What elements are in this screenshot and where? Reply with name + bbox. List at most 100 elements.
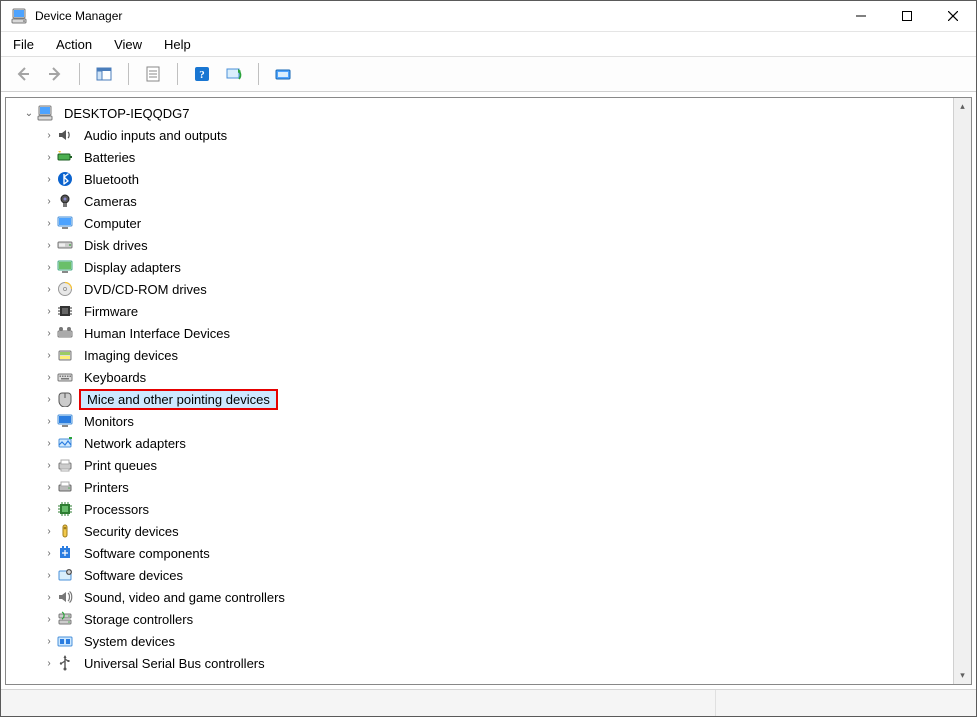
svg-text:?: ? xyxy=(199,69,205,81)
tree-node-camera[interactable]: › Cameras xyxy=(8,190,951,212)
expand-icon[interactable]: › xyxy=(42,636,56,647)
expand-icon[interactable]: › xyxy=(42,350,56,361)
help-button[interactable]: ? xyxy=(188,60,216,88)
tree-node-label: Sound, video and game controllers xyxy=(84,590,285,605)
expand-icon[interactable]: › xyxy=(42,218,56,229)
expand-icon[interactable]: › xyxy=(42,614,56,625)
expand-icon[interactable]: › xyxy=(42,504,56,515)
expand-icon[interactable]: › xyxy=(42,592,56,603)
tree-node-swdevice[interactable]: ›Software devices xyxy=(8,564,951,586)
expand-icon[interactable]: › xyxy=(42,196,56,207)
cd-icon xyxy=(56,280,74,298)
close-button[interactable] xyxy=(930,1,976,31)
expand-icon[interactable]: › xyxy=(42,284,56,295)
tree-node-imaging[interactable]: › Imaging devices xyxy=(8,344,951,366)
tree-node-printqueue[interactable]: ›Print queues xyxy=(8,454,951,476)
tree-node-label: Mice and other pointing devices xyxy=(87,392,270,407)
device-tree-pane: ⌄ DESKTOP-IEQQDG7 ›Audio inputs and output… xyxy=(5,97,972,685)
expand-icon[interactable]: › xyxy=(42,174,56,185)
printer-icon xyxy=(56,478,74,496)
properties-button[interactable] xyxy=(139,60,167,88)
scan-hardware-button[interactable] xyxy=(220,60,248,88)
tree-node-printer[interactable]: ›Printers xyxy=(8,476,951,498)
maximize-button[interactable] xyxy=(884,1,930,31)
window-title: Device Manager xyxy=(35,9,122,23)
tree-node-chip[interactable]: › Firmware xyxy=(8,300,951,322)
tree-node-battery[interactable]: ›Batteries xyxy=(8,146,951,168)
menu-file[interactable]: File xyxy=(11,35,36,54)
scroll-up-arrow[interactable]: ▴ xyxy=(955,98,970,115)
tree-node-cpu[interactable]: › Processors xyxy=(8,498,951,520)
root-label: DESKTOP-IEQQDG7 xyxy=(64,106,189,121)
tree-node-usb[interactable]: ›Universal Serial Bus controllers xyxy=(8,652,951,674)
swdevice-icon xyxy=(56,566,74,584)
tree-node-label: Cameras xyxy=(84,194,137,209)
device-tree[interactable]: ⌄ DESKTOP-IEQQDG7 ›Audio inputs and output… xyxy=(6,98,953,684)
tree-node-label: Disk drives xyxy=(84,238,148,253)
computer-icon xyxy=(36,104,54,122)
expand-icon[interactable]: › xyxy=(42,240,56,251)
statusbar xyxy=(1,689,976,716)
expand-icon[interactable]: › xyxy=(42,658,56,669)
tree-node-mouse[interactable]: › Mice and other pointing devices xyxy=(8,388,951,410)
expand-icon[interactable]: › xyxy=(42,152,56,163)
usb-icon xyxy=(56,654,74,672)
scroll-down-arrow[interactable]: ▾ xyxy=(955,667,970,684)
menu-view[interactable]: View xyxy=(112,35,144,54)
expand-icon[interactable]: › xyxy=(42,306,56,317)
expand-icon[interactable]: › xyxy=(42,548,56,559)
tree-node-hid[interactable]: › Human Interface Devices xyxy=(8,322,951,344)
keyboard-icon xyxy=(56,368,74,386)
expand-icon[interactable]: › xyxy=(42,526,56,537)
tree-node-storage[interactable]: › Storage controllers xyxy=(8,608,951,630)
camera-icon xyxy=(56,192,74,210)
expand-icon[interactable]: › xyxy=(42,394,56,405)
expand-icon[interactable]: › xyxy=(42,328,56,339)
tree-node-label: Imaging devices xyxy=(84,348,178,363)
expand-icon[interactable]: › xyxy=(42,460,56,471)
chip-icon xyxy=(56,302,74,320)
tree-root-node[interactable]: ⌄ DESKTOP-IEQQDG7 xyxy=(8,102,951,124)
tree-node-swcomponent[interactable]: ›Software components xyxy=(8,542,951,564)
tree-node-label: Human Interface Devices xyxy=(84,326,230,341)
tree-node-network[interactable]: ›Network adapters xyxy=(8,432,951,454)
back-button[interactable] xyxy=(9,60,37,88)
sound-icon xyxy=(56,588,74,606)
expand-icon[interactable]: › xyxy=(42,438,56,449)
tree-node-disk[interactable]: › Disk drives xyxy=(8,234,951,256)
tree-node-monitor2[interactable]: ›Monitors xyxy=(8,410,951,432)
add-legacy-hardware-button[interactable] xyxy=(269,60,297,88)
imaging-icon xyxy=(56,346,74,364)
tree-node-sound[interactable]: › Sound, video and game controllers xyxy=(8,586,951,608)
tree-node-label: Firmware xyxy=(84,304,138,319)
expand-icon[interactable]: › xyxy=(42,130,56,141)
tree-node-label: Computer xyxy=(84,216,141,231)
tree-node-cd[interactable]: ›DVD/CD-ROM drives xyxy=(8,278,951,300)
menu-help[interactable]: Help xyxy=(162,35,193,54)
expand-icon[interactable]: › xyxy=(42,262,56,273)
monitor2-icon xyxy=(56,412,74,430)
tree-node-bluetooth[interactable]: › Bluetooth xyxy=(8,168,951,190)
tree-node-monitor[interactable]: › Computer xyxy=(8,212,951,234)
tree-node-label: Keyboards xyxy=(84,370,146,385)
tree-node-label: Storage controllers xyxy=(84,612,193,627)
minimize-button[interactable] xyxy=(838,1,884,31)
tree-node-label: Bluetooth xyxy=(84,172,139,187)
vertical-scrollbar[interactable]: ▴ ▾ xyxy=(953,98,971,684)
collapse-icon[interactable]: ⌄ xyxy=(22,108,36,119)
forward-button[interactable] xyxy=(41,60,69,88)
menu-action[interactable]: Action xyxy=(54,35,94,54)
tree-node-label: Security devices xyxy=(84,524,179,539)
tree-node-system[interactable]: ›System devices xyxy=(8,630,951,652)
tree-node-label: Processors xyxy=(84,502,149,517)
show-hide-console-tree-button[interactable] xyxy=(90,60,118,88)
tree-node-display[interactable]: ›Display adapters xyxy=(8,256,951,278)
tree-node-keyboard[interactable]: › Keyboards xyxy=(8,366,951,388)
client-area: ⌄ DESKTOP-IEQQDG7 ›Audio inputs and output… xyxy=(1,92,976,716)
tree-node-speaker[interactable]: ›Audio inputs and outputs xyxy=(8,124,951,146)
tree-node-security[interactable]: › Security devices xyxy=(8,520,951,542)
expand-icon[interactable]: › xyxy=(42,416,56,427)
expand-icon[interactable]: › xyxy=(42,482,56,493)
expand-icon[interactable]: › xyxy=(42,372,56,383)
expand-icon[interactable]: › xyxy=(42,570,56,581)
